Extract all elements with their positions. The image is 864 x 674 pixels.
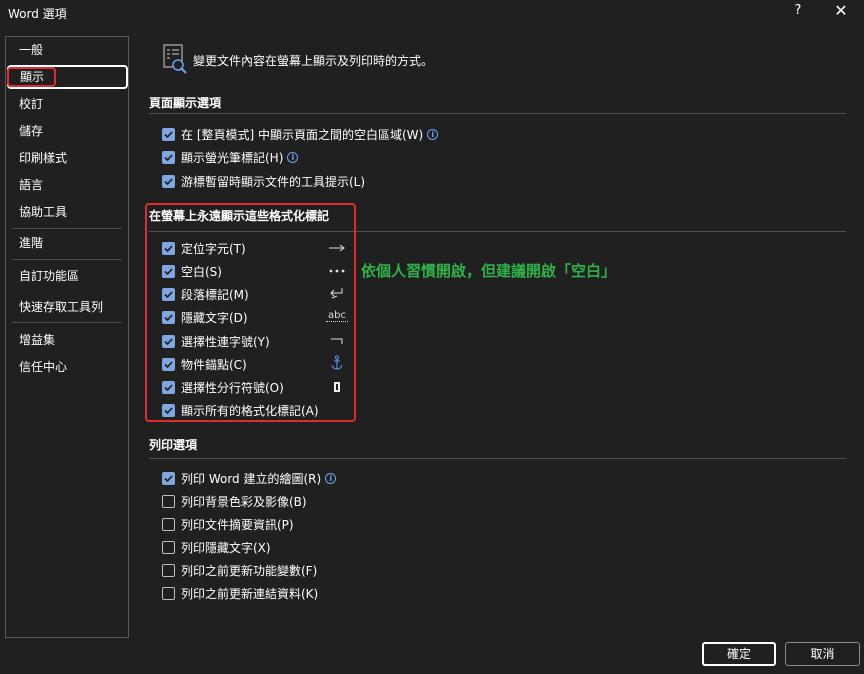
option-show-white-space[interactable]: 在 [整頁模式] 中顯示頁面之間的空白區域(W) i bbox=[162, 125, 439, 143]
help-button[interactable]: ? bbox=[787, 3, 809, 23]
section-title-print: 列印選項 bbox=[149, 438, 198, 452]
option-label: 列印隱藏文字(X) bbox=[181, 540, 271, 555]
sidebar-divider bbox=[12, 322, 122, 323]
option-label: 列印文件摘要資訊(P) bbox=[181, 517, 294, 532]
option-label: 顯示螢光筆標記(H) bbox=[181, 150, 284, 165]
sidebar-item-save[interactable]: 儲存 bbox=[6, 120, 128, 142]
option-print-background[interactable]: 列印背景色彩及影像(B) bbox=[162, 492, 307, 510]
formatting-marks-highlight-box bbox=[145, 203, 356, 422]
ok-button[interactable]: 確定 bbox=[702, 642, 776, 666]
option-print-hidden-text[interactable]: 列印隱藏文字(X) bbox=[162, 538, 271, 556]
options-sidebar: 一般 顯示 校訂 儲存 印刷樣式 語言 協助工具 進階 自訂功能區 快速存取工具… bbox=[5, 36, 129, 638]
info-icon[interactable]: i bbox=[427, 128, 439, 140]
sidebar-item-general[interactable]: 一般 bbox=[6, 39, 128, 61]
display-options-icon bbox=[162, 44, 188, 74]
sidebar-divider bbox=[12, 259, 122, 260]
checkbox[interactable] bbox=[162, 586, 175, 600]
option-label: 列印背景色彩及影像(B) bbox=[181, 494, 307, 509]
sidebar-item-language[interactable]: 語言 bbox=[6, 174, 128, 196]
close-button[interactable]: ✕ bbox=[830, 1, 852, 21]
sidebar-item-proofing[interactable]: 校訂 bbox=[6, 93, 128, 115]
option-label: 列印之前更新連結資料(K) bbox=[181, 586, 319, 601]
section-divider bbox=[149, 113, 846, 114]
sidebar-item-advanced[interactable]: 進階 bbox=[6, 232, 128, 254]
checkbox[interactable] bbox=[162, 471, 175, 485]
page-description: 變更文件內容在螢幕上顯示及列印時的方式。 bbox=[193, 54, 434, 68]
option-show-highlighter[interactable]: 顯示螢光筆標記(H) i bbox=[162, 148, 299, 166]
section-divider bbox=[149, 458, 846, 459]
section-title-page-display: 頁面顯示選項 bbox=[149, 96, 222, 110]
checkbox[interactable] bbox=[162, 494, 175, 508]
cancel-button[interactable]: 取消 bbox=[785, 642, 860, 666]
sidebar-item-add-ins[interactable]: 增益集 bbox=[6, 329, 128, 351]
sidebar-highlight-box bbox=[7, 67, 56, 87]
checkbox[interactable] bbox=[162, 150, 175, 164]
sidebar-item-quick-access-toolbar[interactable]: 快速存取工具列 bbox=[6, 296, 128, 318]
checkbox[interactable] bbox=[162, 127, 175, 141]
info-icon[interactable]: i bbox=[325, 472, 337, 484]
option-print-document-properties[interactable]: 列印文件摘要資訊(P) bbox=[162, 515, 294, 533]
option-label: 在 [整頁模式] 中顯示頁面之間的空白區域(W) bbox=[181, 127, 424, 142]
title-bar: Word 選項 ? ✕ bbox=[0, 0, 864, 26]
annotation-note: 依個人習慣開啟，但建議開啟「空白」 bbox=[361, 262, 617, 280]
sidebar-item-accessibility[interactable]: 協助工具 bbox=[6, 201, 128, 223]
checkbox[interactable] bbox=[162, 517, 175, 531]
sidebar-item-customize-ribbon[interactable]: 自訂功能區 bbox=[6, 265, 128, 287]
option-label: 列印之前更新功能變數(F) bbox=[181, 563, 318, 578]
option-label: 列印 Word 建立的繪圖(R) bbox=[181, 471, 322, 486]
option-update-fields[interactable]: 列印之前更新功能變數(F) bbox=[162, 561, 317, 579]
option-label: 游標暫留時顯示文件的工具提示(L) bbox=[181, 174, 366, 189]
option-show-tooltips[interactable]: 游標暫留時顯示文件的工具提示(L) bbox=[162, 172, 365, 190]
sidebar-item-trust-center[interactable]: 信任中心 bbox=[6, 356, 128, 378]
checkbox[interactable] bbox=[162, 563, 175, 577]
sidebar-divider bbox=[12, 228, 122, 229]
option-print-drawings[interactable]: 列印 Word 建立的繪圖(R) i bbox=[162, 469, 337, 487]
info-icon[interactable]: i bbox=[287, 151, 299, 163]
checkbox[interactable] bbox=[162, 540, 175, 554]
option-update-linked-data[interactable]: 列印之前更新連結資料(K) bbox=[162, 584, 318, 602]
checkbox[interactable] bbox=[162, 174, 175, 188]
window-title: Word 選項 bbox=[8, 7, 67, 21]
sidebar-item-typography[interactable]: 印刷樣式 bbox=[6, 147, 128, 169]
